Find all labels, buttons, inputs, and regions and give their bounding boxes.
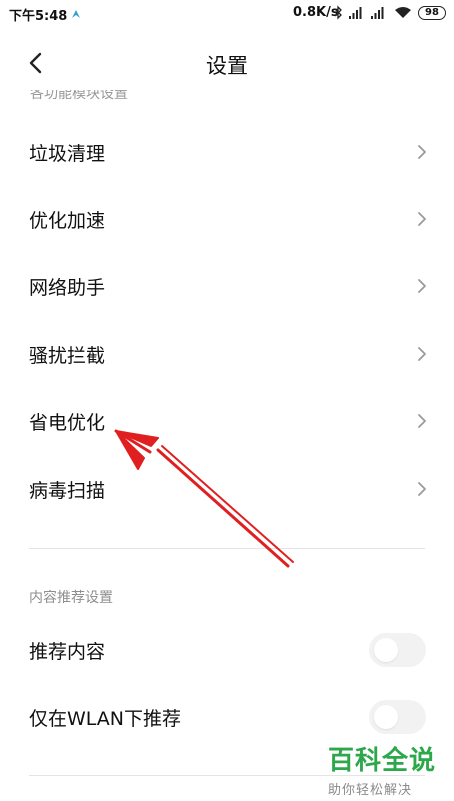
signal-icon-sim2	[371, 7, 384, 19]
watermark-subtitle: 助你轻松解决	[328, 783, 413, 798]
list-item-virus-scan[interactable]: 病毒扫描	[0, 459, 454, 519]
network-speed: 0.8K/s	[293, 5, 339, 20]
chevron-right-icon	[418, 145, 426, 159]
chevron-right-icon	[418, 347, 426, 361]
list-item-label: 推荐内容	[29, 641, 106, 663]
toggle-knob	[374, 638, 398, 662]
watermark: 百科全说 助你轻松解决	[328, 740, 448, 798]
section-header-modules: 各功能模块设置	[30, 90, 230, 102]
chevron-right-icon	[418, 414, 426, 428]
list-item-garbage-clean[interactable]: 垃圾清理	[0, 122, 454, 182]
section-divider	[29, 548, 425, 549]
wlan-only-toggle[interactable]	[369, 700, 426, 734]
section-header-content: 内容推荐设置	[29, 590, 113, 606]
signal-icon-sim1	[349, 7, 362, 19]
watermark-logo: 百科全说	[328, 746, 437, 776]
list-item-network-assistant[interactable]: 网络助手	[0, 256, 454, 316]
list-item-power-saving[interactable]: 省电优化	[0, 391, 454, 451]
list-item-label: 骚扰拦截	[29, 345, 106, 367]
section-header-modules-text: 各功能模块设置	[30, 90, 128, 102]
list-item-optimize-speed[interactable]: 优化加速	[0, 189, 454, 249]
chevron-right-icon	[418, 482, 426, 496]
page-title: 设置	[206, 54, 248, 78]
battery-level: 98	[425, 7, 439, 18]
list-item-harassment-block[interactable]: 骚扰拦截	[0, 324, 454, 384]
app-notification-icon	[72, 10, 80, 18]
list-item-label: 优化加速	[29, 210, 106, 232]
list-item-recommend-content: 推荐内容	[0, 620, 454, 680]
list-item-wlan-only: 仅在WLAN下推荐	[0, 687, 454, 747]
header: 设置	[0, 38, 454, 88]
battery-indicator: 98	[418, 6, 446, 20]
chevron-right-icon	[418, 212, 426, 226]
toggle-knob	[374, 705, 398, 729]
list-item-label: 病毒扫描	[29, 480, 106, 502]
list-item-label: 省电优化	[29, 412, 106, 434]
wifi-icon	[395, 7, 411, 18]
chevron-right-icon	[418, 279, 426, 293]
status-bar: 下午5:48 0.8K/s 98	[0, 0, 454, 28]
list-item-label: 仅在WLAN下推荐	[29, 708, 182, 730]
status-time: 下午5:48	[9, 9, 68, 24]
bluetooth-icon	[334, 5, 342, 20]
list-item-label: 垃圾清理	[29, 143, 106, 165]
recommend-content-toggle[interactable]	[369, 633, 426, 667]
list-item-label: 网络助手	[29, 277, 106, 299]
